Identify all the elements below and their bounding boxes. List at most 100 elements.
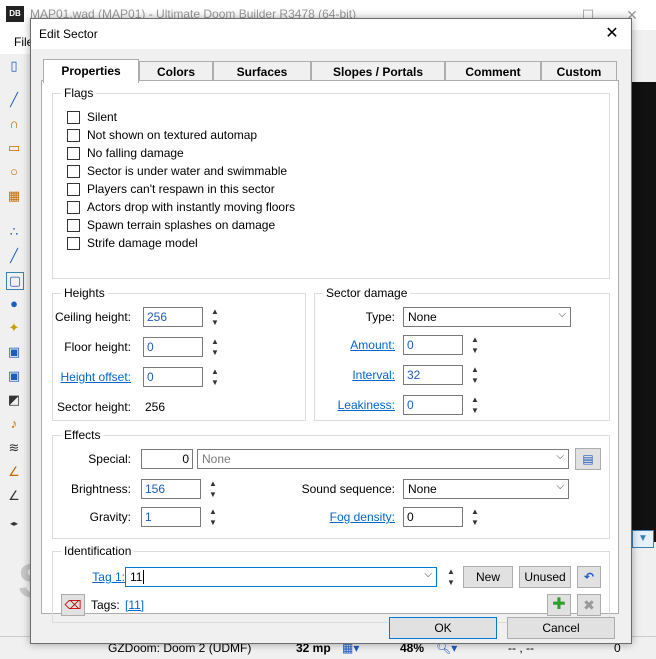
damage-interval-input[interactable]: 32 bbox=[403, 365, 463, 385]
spin-down-icon[interactable]: ▼ bbox=[469, 517, 481, 528]
new-map-icon[interactable]: ▯ bbox=[6, 58, 22, 74]
new-tag-button[interactable]: New bbox=[463, 566, 513, 588]
spin-down-icon[interactable]: ▼ bbox=[469, 405, 481, 416]
tab-comment[interactable]: Comment bbox=[445, 61, 541, 81]
ceiling-height-spinner[interactable]: ▲ ▼ bbox=[209, 306, 221, 328]
spin-up-icon[interactable]: ▲ bbox=[207, 478, 219, 489]
tag-1-link[interactable]: Tag 1: bbox=[92, 570, 125, 584]
gravity-spinner[interactable]: ▲ ▼ bbox=[207, 506, 219, 528]
checkbox[interactable] bbox=[67, 165, 80, 178]
tab-slopes-portals[interactable]: Slopes / Portals bbox=[311, 61, 445, 81]
spin-down-icon[interactable]: ▼ bbox=[469, 375, 481, 386]
spin-up-icon[interactable]: ▲ bbox=[469, 506, 481, 517]
checkbox[interactable] bbox=[67, 237, 80, 250]
spin-up-icon[interactable]: ▲ bbox=[207, 506, 219, 517]
tag-1-input[interactable]: 11 ⌵ bbox=[125, 567, 437, 587]
height-offset-spinner[interactable]: ▲ ▼ bbox=[209, 366, 221, 388]
spin-down-icon[interactable]: ▼ bbox=[207, 489, 219, 500]
reset-tag-button[interactable]: ↶ bbox=[577, 566, 601, 588]
unused-tag-button[interactable]: Unused bbox=[519, 566, 571, 588]
spin-up-icon[interactable]: ▲ bbox=[209, 336, 221, 347]
checkbox[interactable] bbox=[67, 183, 80, 196]
damage-amount-link[interactable]: Amount: bbox=[350, 338, 395, 352]
spin-up-icon[interactable]: ▲ bbox=[469, 334, 481, 345]
brightness-input[interactable]: 156 bbox=[141, 479, 201, 499]
tag-1-spinner[interactable]: ▲ ▼ bbox=[445, 566, 457, 588]
checkbox[interactable] bbox=[67, 129, 80, 142]
fog-density-spinner[interactable]: ▲ ▼ bbox=[469, 506, 481, 528]
spin-down-icon[interactable]: ▼ bbox=[209, 347, 221, 358]
things-mode-icon[interactable]: ● bbox=[6, 296, 22, 312]
slope-icon[interactable]: ∠ bbox=[6, 464, 22, 480]
spin-up-icon[interactable]: ▲ bbox=[469, 364, 481, 375]
spin-down-icon[interactable]: ▼ bbox=[445, 577, 457, 588]
damage-interval-spinner[interactable]: ▲ ▼ bbox=[469, 364, 481, 386]
checkbox[interactable] bbox=[67, 147, 80, 160]
layers-icon[interactable]: ≋ bbox=[6, 440, 22, 456]
height-offset-input[interactable]: 0 bbox=[143, 367, 203, 387]
special-number-input[interactable]: 0 bbox=[141, 449, 193, 469]
ok-button[interactable]: OK bbox=[389, 617, 497, 639]
fog-density-input[interactable]: 0 bbox=[403, 507, 463, 527]
edit-selection-icon[interactable]: ▣ bbox=[6, 344, 22, 360]
ceiling-height-input[interactable]: 256 bbox=[143, 307, 203, 327]
checkbox[interactable] bbox=[67, 201, 80, 214]
damage-leakiness-input[interactable]: 0 bbox=[403, 395, 463, 415]
damage-amount-input[interactable]: 0 bbox=[403, 335, 463, 355]
brightness-spinner[interactable]: ▲ ▼ bbox=[207, 478, 219, 500]
visual-mode-icon[interactable]: ▣ bbox=[6, 368, 22, 384]
close-icon[interactable]: ✕ bbox=[601, 23, 623, 45]
sectors-mode-icon[interactable]: ▢ bbox=[6, 272, 24, 290]
add-tag-button[interactable]: ✚ bbox=[547, 594, 571, 616]
spin-up-icon[interactable]: ▲ bbox=[469, 394, 481, 405]
checkbox[interactable] bbox=[67, 111, 80, 124]
sound-sequence-select[interactable]: None ⌵ bbox=[403, 479, 569, 499]
floor-height-input[interactable]: 0 bbox=[143, 337, 203, 357]
curve-icon[interactable]: ∩ bbox=[6, 116, 22, 132]
cancel-button[interactable]: Cancel bbox=[507, 617, 615, 639]
toolbar-more-icon[interactable]: ◂▸ bbox=[6, 516, 22, 532]
brightness-label: Brightness: bbox=[70, 482, 131, 496]
tags-list-link[interactable]: [11] bbox=[125, 598, 144, 612]
damage-interval-link[interactable]: Interval: bbox=[352, 368, 395, 382]
flag-label: Silent bbox=[87, 110, 118, 124]
action-browser-button[interactable]: ▤ bbox=[575, 448, 601, 470]
sound-environment-icon[interactable]: ♪ bbox=[6, 416, 22, 432]
spin-down-icon[interactable]: ▼ bbox=[209, 377, 221, 388]
map-canvas[interactable] bbox=[628, 82, 656, 542]
spin-up-icon[interactable]: ▲ bbox=[209, 306, 221, 317]
chevron-down-icon: ⌵ bbox=[556, 451, 564, 462]
tab-colors[interactable]: Colors bbox=[139, 61, 213, 81]
linedefs-mode-icon[interactable]: ╱ bbox=[6, 248, 22, 264]
spin-down-icon[interactable]: ▼ bbox=[207, 517, 219, 528]
damage-type-select[interactable]: None ⌵ bbox=[403, 307, 571, 327]
special-action-select[interactable]: None ⌵ bbox=[197, 449, 569, 469]
damage-amount-spinner[interactable]: ▲ ▼ bbox=[469, 334, 481, 356]
remove-tag-button[interactable]: ✖ bbox=[577, 594, 601, 616]
tab-surfaces[interactable]: Surfaces bbox=[213, 61, 311, 81]
spin-up-icon[interactable]: ▲ bbox=[445, 566, 457, 577]
fog-density-link[interactable]: Fog density: bbox=[330, 510, 395, 524]
spin-down-icon[interactable]: ▼ bbox=[209, 317, 221, 328]
tab-properties[interactable]: Properties bbox=[43, 59, 139, 83]
grid-icon[interactable]: ▦ bbox=[6, 188, 22, 204]
floor-height-spinner[interactable]: ▲ ▼ bbox=[209, 336, 221, 358]
draw-lines-icon[interactable]: ╱ bbox=[6, 92, 22, 108]
vertices-mode-icon[interactable]: ∴ bbox=[6, 224, 22, 240]
rectangle-icon[interactable]: ▭ bbox=[6, 140, 22, 156]
checkbox[interactable] bbox=[67, 219, 80, 232]
clear-tags-button[interactable]: ⌫ bbox=[61, 594, 85, 616]
damage-leakiness-link[interactable]: Leakiness: bbox=[338, 398, 395, 412]
angle-icon[interactable]: ∠ bbox=[6, 488, 22, 504]
panel-collapse-icon[interactable]: ▼ bbox=[632, 530, 654, 548]
tab-custom[interactable]: Custom bbox=[541, 61, 617, 81]
brightness-mode-icon[interactable]: ◩ bbox=[6, 392, 22, 408]
spin-down-icon[interactable]: ▼ bbox=[469, 345, 481, 356]
identification-group: Identification Tag 1: 11 ⌵ ▲ ▼ New Unused… bbox=[52, 544, 610, 623]
make-sectors-icon[interactable]: ✦ bbox=[6, 320, 22, 336]
gravity-input[interactable]: 1 bbox=[141, 507, 201, 527]
spin-up-icon[interactable]: ▲ bbox=[209, 366, 221, 377]
damage-leakiness-spinner[interactable]: ▲ ▼ bbox=[469, 394, 481, 416]
height-offset-link[interactable]: Height offset: bbox=[61, 370, 132, 384]
ellipse-icon[interactable]: ○ bbox=[6, 164, 22, 180]
